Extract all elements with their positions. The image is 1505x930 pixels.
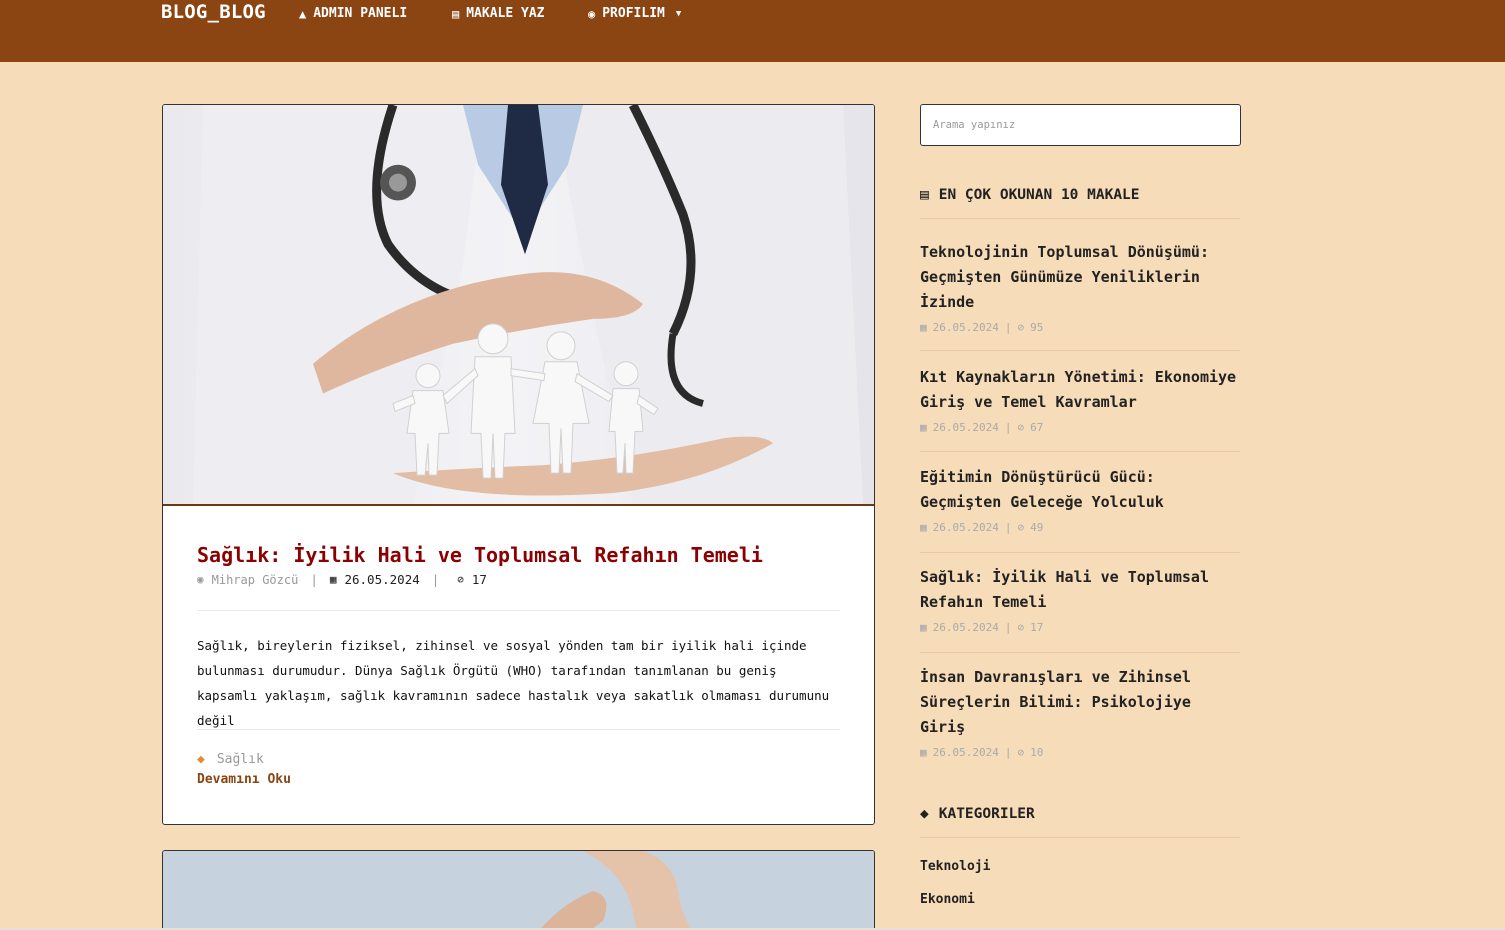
post-date: 26.05.2024: [344, 572, 420, 587]
divider: [920, 218, 1240, 219]
divider: [920, 451, 1240, 452]
read-more-link[interactable]: Devamını Oku: [197, 772, 291, 787]
user-circle-icon: ◉: [588, 6, 596, 21]
categories-heading-label: KATEGORILER: [938, 806, 1035, 822]
popular-item-meta: ▦ 26.05.2024 | ⊘ 49: [920, 521, 1240, 534]
post-tags: ◆ Sağlık: [197, 752, 264, 767]
post-author: Mihrap Gözcü: [211, 572, 299, 587]
popular-item[interactable]: Kıt Kaynakların Yönetimi: Ekonomiye Giri…: [920, 365, 1240, 434]
post-views: 17: [471, 572, 487, 587]
nav-profile-dropdown[interactable]: ◉ PROFILIM ▼: [588, 6, 681, 21]
calendar-icon: ▦: [920, 521, 927, 534]
meta-separator: |: [1004, 621, 1012, 634]
divider: [920, 837, 1240, 838]
post-excerpt: Sağlık, bireylerin fiziksel, zihinsel ve…: [197, 638, 830, 728]
eye-slash-icon: ⊘: [1017, 321, 1025, 334]
category-item[interactable]: Ekonomi: [920, 892, 975, 907]
popular-item-views: 49: [1030, 521, 1044, 534]
popular-item-title[interactable]: Eğitimin Dönüştürücü Gücü: Geçmişten Gel…: [920, 465, 1240, 515]
popular-item-views: 17: [1030, 621, 1044, 634]
eye-slash-icon: ⊘: [1017, 521, 1025, 534]
popular-item[interactable]: Eğitimin Dönüştürücü Gücü: Geçmişten Gel…: [920, 465, 1240, 534]
meta-separator: |: [1004, 746, 1012, 759]
calendar-icon: ▦: [920, 746, 927, 759]
popular-item-date: 26.05.2024: [932, 521, 999, 534]
nav-write-article[interactable]: ▤ MAKALE YAZ: [452, 6, 545, 21]
home-icon: ▲: [299, 6, 307, 21]
tag-icon: ◆: [197, 752, 205, 767]
search-input[interactable]: [920, 104, 1241, 146]
nav-profile-label: PROFILIM: [602, 6, 665, 21]
meta-separator: |: [1004, 421, 1012, 434]
calendar-icon: ▦: [920, 421, 927, 434]
popular-item-meta: ▦ 26.05.2024 | ⊘ 17: [920, 621, 1240, 634]
popular-item[interactable]: İnsan Davranışları ve Zihinsel Süreçleri…: [920, 665, 1240, 759]
category-item[interactable]: Teknoloji: [920, 859, 990, 874]
popular-item-date: 26.05.2024: [932, 421, 999, 434]
popular-item-meta: ▦ 26.05.2024 | ⊘ 67: [920, 421, 1240, 434]
popular-item-date: 26.05.2024: [932, 621, 999, 634]
popular-item-title[interactable]: İnsan Davranışları ve Zihinsel Süreçleri…: [920, 665, 1240, 740]
popular-item-date: 26.05.2024: [932, 321, 999, 334]
navbar: BLOG_BLOG ▲ ADMIN PANELI ▤ MAKALE YAZ ◉ …: [0, 0, 1505, 62]
popular-item-views: 10: [1030, 746, 1044, 759]
meta-separator: |: [431, 572, 440, 587]
post-meta: ◉ Mihrap Gözcü | ▦ 26.05.2024 | ⊘ 17: [197, 572, 487, 587]
popular-item-meta: ▦ 26.05.2024 | ⊘ 10: [920, 746, 1240, 759]
meta-separator: |: [310, 572, 318, 587]
popular-item-title[interactable]: Kıt Kaynakların Yönetimi: Ekonomiye Giri…: [920, 365, 1240, 415]
book-icon: ▤: [452, 6, 460, 21]
post-card: Sağlık: İyilik Hali ve Toplumsal Refahın…: [162, 104, 875, 825]
user-circle-icon: ◉: [197, 573, 204, 586]
post-tag[interactable]: Sağlık: [217, 752, 264, 767]
popular-item-views: 67: [1030, 421, 1044, 434]
calendar-icon: ▦: [920, 321, 927, 334]
post-card-2: [162, 850, 875, 930]
meta-separator: |: [1004, 321, 1012, 334]
divider: [920, 350, 1240, 351]
calendar-icon: ▦: [329, 573, 337, 586]
popular-item-title[interactable]: Teknolojinin Toplumsal Dönüşümü: Geçmişt…: [920, 240, 1240, 315]
popular-item-date: 26.05.2024: [932, 746, 999, 759]
divider: [920, 652, 1240, 653]
calendar-icon: ▦: [920, 621, 927, 634]
popular-heading: ▤ EN ÇOK OKUNAN 10 MAKALE: [920, 187, 1140, 203]
book-icon: ▤: [920, 187, 929, 203]
divider: [920, 552, 1240, 553]
divider: [197, 729, 840, 730]
brand-logo[interactable]: BLOG_BLOG: [161, 1, 266, 23]
post-image-2[interactable]: [163, 851, 875, 930]
popular-item-title[interactable]: Sağlık: İyilik Hali ve Toplumsal Refahın…: [920, 565, 1240, 615]
post-image[interactable]: [163, 105, 874, 506]
post-title[interactable]: Sağlık: İyilik Hali ve Toplumsal Refahın…: [197, 543, 763, 567]
nav-admin-label: ADMIN PANELI: [313, 6, 408, 21]
meta-separator: |: [1004, 521, 1012, 534]
popular-item[interactable]: Teknolojinin Toplumsal Dönüşümü: Geçmişt…: [920, 240, 1240, 334]
popular-item[interactable]: Sağlık: İyilik Hali ve Toplumsal Refahın…: [920, 565, 1240, 634]
categories-heading: ◆ KATEGORILER: [920, 806, 1035, 822]
popular-item-views: 95: [1030, 321, 1044, 334]
nav-write-label: MAKALE YAZ: [466, 6, 545, 21]
popular-item-meta: ▦ 26.05.2024 | ⊘ 95: [920, 321, 1240, 334]
nav-admin-panel[interactable]: ▲ ADMIN PANELI: [299, 6, 407, 21]
eye-slash-icon: ⊘: [457, 573, 464, 586]
popular-heading-label: EN ÇOK OKUNAN 10 MAKALE: [938, 187, 1140, 203]
divider: [197, 610, 840, 611]
eye-slash-icon: ⊘: [1017, 621, 1025, 634]
eye-slash-icon: ⊘: [1017, 746, 1025, 759]
chevron-down-icon: ▼: [675, 8, 682, 19]
tag-icon: ◆: [920, 806, 929, 822]
eye-slash-icon: ⊘: [1017, 421, 1025, 434]
